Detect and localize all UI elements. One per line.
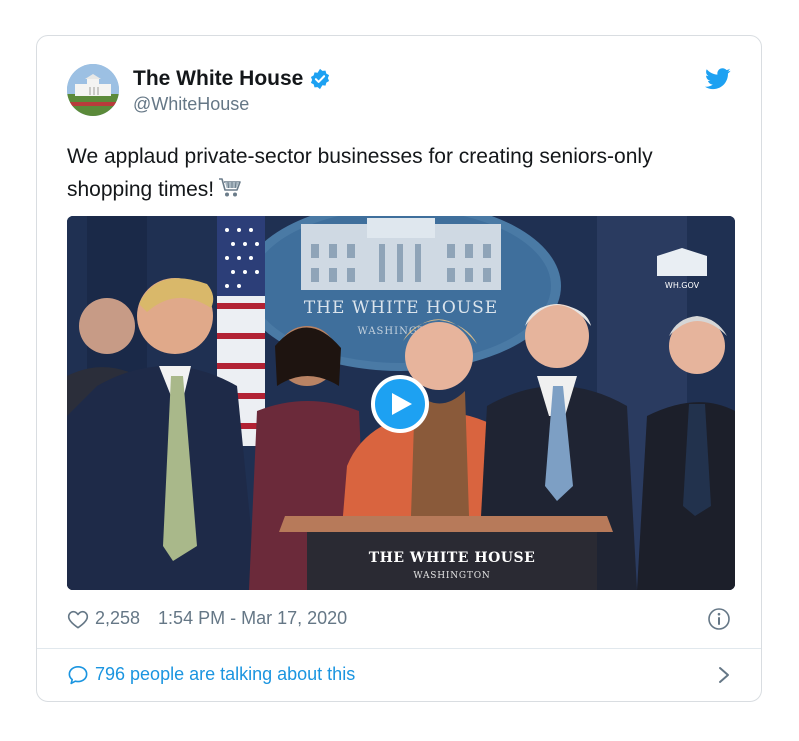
divider <box>37 648 761 649</box>
tweet-stats-row: 2,258 1:54 PM - Mar 17, 2020 <box>67 608 347 629</box>
like-count[interactable]: 2,258 <box>95 608 140 629</box>
author-name-row[interactable]: The White House <box>133 67 331 91</box>
speech-bubble-icon <box>68 665 88 684</box>
author-handle[interactable]: @WhiteHouse <box>133 94 249 115</box>
backdrop-title: THE WHITE HOUSE <box>304 298 498 318</box>
heart-icon[interactable] <box>67 609 89 629</box>
play-button[interactable] <box>371 375 429 433</box>
play-icon <box>392 393 412 415</box>
chevron-right-icon[interactable] <box>717 666 731 684</box>
info-icon[interactable] <box>707 607 731 631</box>
twitter-bird-icon[interactable] <box>705 68 731 90</box>
podium-subtitle: WASHINGTON <box>413 571 490 581</box>
tweet-text: We applaud private-sector businesses for… <box>67 140 737 206</box>
verified-badge-icon <box>311 68 330 90</box>
tweet-text-body: We applaud private-sector businesses for… <box>67 145 653 201</box>
video-media[interactable]: THE WHITE HOUSE WASHINGTON WH.GOV THE WH… <box>67 216 735 590</box>
conversation-link[interactable]: 796 people are talking about this <box>67 664 731 685</box>
white-house-avatar-image <box>67 64 119 116</box>
podium-title: THE WHITE HOUSE <box>369 550 536 566</box>
avatar[interactable] <box>67 64 119 116</box>
author-display-name[interactable]: The White House <box>133 67 303 91</box>
conversation-count-text[interactable]: 796 people are talking about this <box>95 664 355 685</box>
wh-gov-watermark: WH.GOV <box>665 281 700 290</box>
shopping-cart-emoji-icon <box>219 178 241 197</box>
embedded-tweet-card: The White House @WhiteHouse We applaud p… <box>36 35 762 702</box>
tweet-timestamp[interactable]: 1:54 PM - Mar 17, 2020 <box>158 608 347 629</box>
